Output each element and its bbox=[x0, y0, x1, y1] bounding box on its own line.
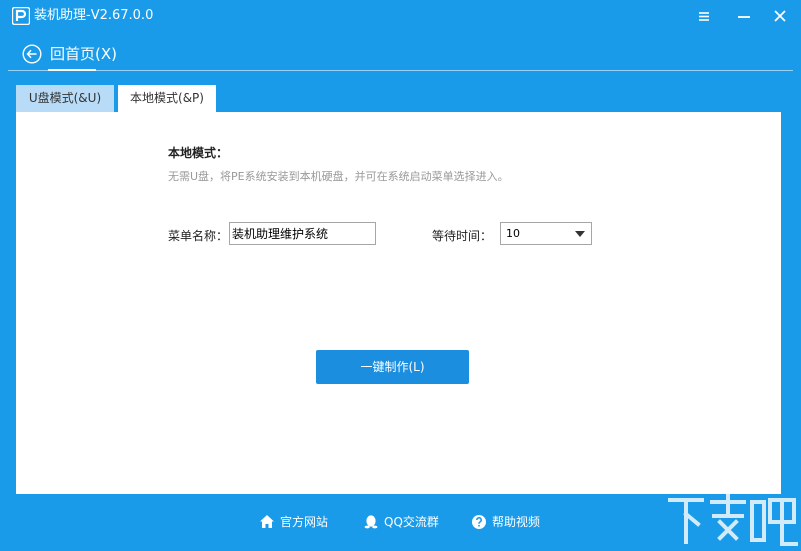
wait-time-label: 等待时间： bbox=[432, 229, 493, 243]
back-home-link[interactable]: 回首页(X) bbox=[50, 44, 117, 64]
footer-link-label: QQ交流群 bbox=[384, 515, 439, 529]
footer-link-help-video[interactable]: 帮助视频 bbox=[471, 512, 551, 532]
footer-link-label: 官方网站 bbox=[280, 515, 329, 529]
footer-link-qq-group[interactable]: QQ交流群 bbox=[363, 512, 453, 532]
tab-local-mode[interactable]: 本地模式(&P) bbox=[118, 85, 216, 112]
section-title: 本地模式： bbox=[168, 146, 229, 160]
minimize-icon[interactable] bbox=[730, 4, 758, 28]
footer-link-label: 帮助视频 bbox=[492, 515, 541, 529]
wait-time-value: 10 bbox=[506, 227, 520, 240]
menu-name-label: 菜单名称： bbox=[168, 229, 229, 243]
wait-time-select[interactable]: 10 bbox=[500, 222, 592, 245]
make-button[interactable]: 一键制作(L) bbox=[316, 350, 469, 384]
chevron-down-icon[interactable] bbox=[575, 231, 585, 237]
qq-icon bbox=[364, 515, 378, 529]
section-description: 无需U盘，将PE系统安装到本机硬盘，并可在系统启动菜单选择进入。 bbox=[168, 170, 509, 183]
menu-icon[interactable] bbox=[690, 4, 718, 28]
app-title: 装机助理-V2.67.0.0 bbox=[34, 8, 154, 23]
watermark-logo-icon bbox=[668, 494, 798, 546]
tab-usb-mode[interactable]: U盘模式(&U) bbox=[16, 85, 114, 112]
close-icon[interactable] bbox=[766, 4, 794, 28]
footer-link-official-site[interactable]: 官方网站 bbox=[259, 512, 339, 532]
back-arrow-icon[interactable] bbox=[22, 44, 42, 64]
home-icon bbox=[260, 515, 274, 528]
header-divider bbox=[8, 70, 793, 71]
app-logo-icon bbox=[12, 7, 30, 25]
menu-name-input[interactable] bbox=[229, 222, 376, 245]
help-icon bbox=[472, 515, 486, 529]
